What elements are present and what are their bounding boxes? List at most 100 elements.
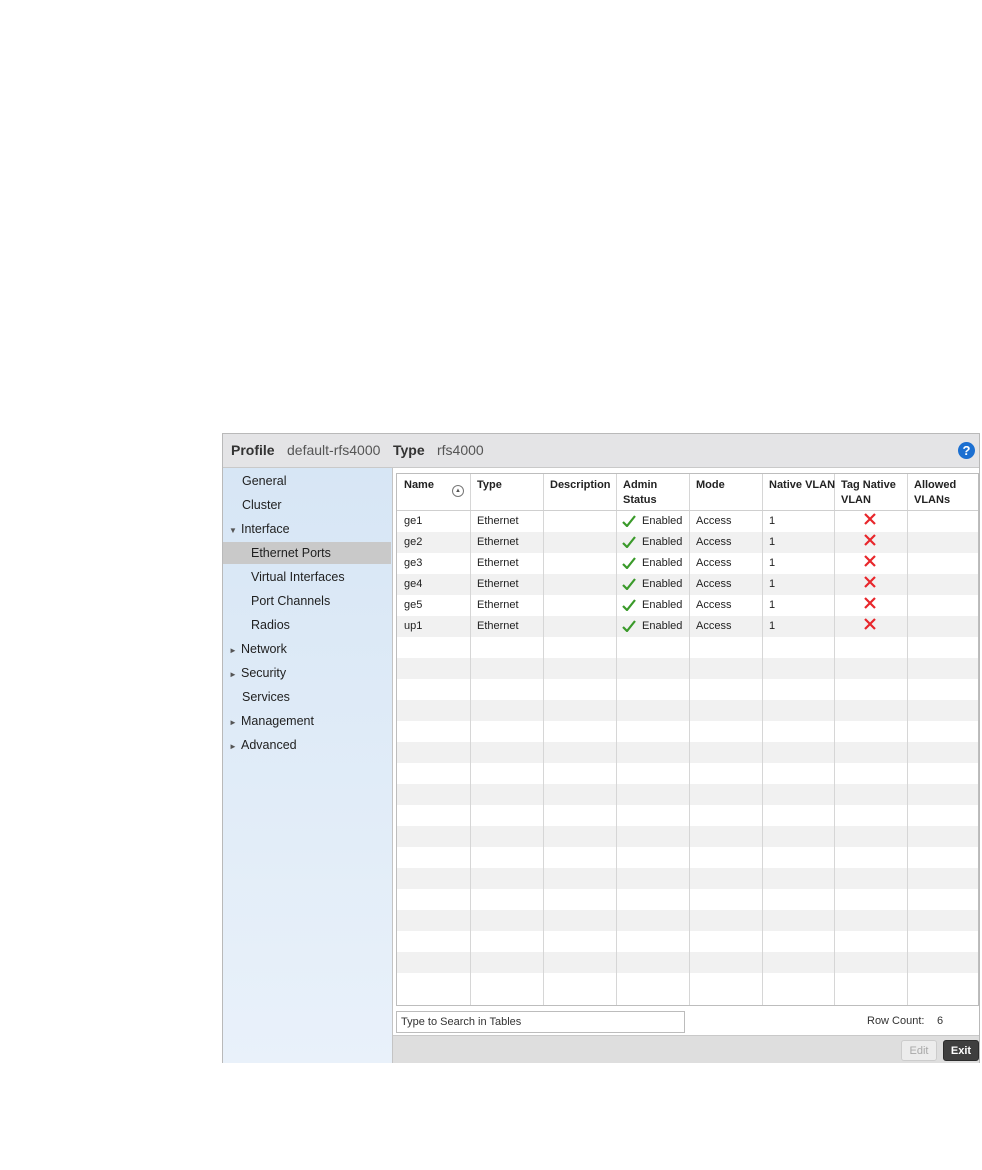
column-header-line: VLAN <box>841 494 871 506</box>
cell-native-vlan: 1 <box>769 599 776 611</box>
column-header-description[interactable]: Description <box>550 478 611 493</box>
sidebar-item-label: Advanced <box>241 738 297 752</box>
cell-mode: Access <box>696 620 732 632</box>
column-header-line: Description <box>550 479 611 491</box>
sidebar-item-virtual-interfaces[interactable]: Virtual Interfaces <box>223 566 391 588</box>
table-row[interactable]: ge2 Ethernet Enabled Access 1 <box>397 532 978 553</box>
empty-table-row <box>397 805 978 826</box>
sort-ascending-icon[interactable]: ▲ <box>452 485 464 497</box>
search-input[interactable] <box>396 1011 685 1033</box>
column-header-line: Native VLAN <box>769 479 836 491</box>
sidebar-item-ethernet-ports[interactable]: Ethernet Ports <box>223 542 391 564</box>
collapsed-arrow-icon[interactable]: ► <box>229 736 241 758</box>
cell-name: ge1 <box>404 515 423 527</box>
profile-value: default-rfs4000 <box>287 442 381 458</box>
column-divider <box>543 474 544 1005</box>
profile-label: Profile <box>231 442 275 458</box>
check-icon <box>622 578 636 590</box>
sidebar-item-security[interactable]: ► Security <box>223 662 391 684</box>
cell-native-vlan: 1 <box>769 536 776 548</box>
column-header-line: VLANs <box>914 494 951 506</box>
column-header-line: Tag Native <box>841 479 896 491</box>
column-header-admin-status[interactable]: Admin Status <box>623 478 657 508</box>
sidebar-item-interface[interactable]: ▼ Interface <box>223 518 391 540</box>
column-divider <box>689 474 690 1005</box>
check-icon <box>622 557 636 569</box>
sidebar-item-label: Management <box>241 714 314 728</box>
table-row[interactable]: ge1 Ethernet Enabled Access 1 <box>397 511 978 532</box>
cell-mode: Access <box>696 557 732 569</box>
cell-name: ge4 <box>404 578 423 590</box>
column-header-allowed-vlans[interactable]: Allowed VLANs <box>914 478 956 508</box>
check-icon <box>622 515 636 527</box>
cell-type: Ethernet <box>477 599 519 611</box>
empty-table-row <box>397 784 978 805</box>
table-row[interactable]: ge3 Ethernet Enabled Access 1 <box>397 553 978 574</box>
collapsed-arrow-icon[interactable]: ► <box>229 664 241 686</box>
check-icon <box>622 536 636 548</box>
header-divider <box>397 510 978 511</box>
help-icon[interactable]: ? <box>958 442 975 459</box>
column-divider <box>762 474 763 1005</box>
sidebar-item-label: Radios <box>251 618 290 632</box>
cell-type: Ethernet <box>477 536 519 548</box>
column-header-mode[interactable]: Mode <box>696 478 725 493</box>
profile-header: Profile default-rfs4000 Type rfs4000 ? <box>223 434 979 468</box>
sidebar-item-label: Port Channels <box>251 594 331 608</box>
column-header-name[interactable]: Name <box>404 478 434 493</box>
cell-type: Ethernet <box>477 578 519 590</box>
empty-table-row <box>397 637 978 658</box>
collapsed-arrow-icon[interactable]: ► <box>229 712 241 734</box>
cell-admin-status: Enabled <box>642 557 683 569</box>
empty-table-row <box>397 931 978 952</box>
table-row[interactable]: ge4 Ethernet Enabled Access 1 <box>397 574 978 595</box>
cell-admin-status: Enabled <box>642 599 683 611</box>
sidebar-item-advanced[interactable]: ► Advanced <box>223 734 391 756</box>
column-header-tag-native-vlan[interactable]: Tag Native VLAN <box>841 478 896 508</box>
cell-mode: Access <box>696 578 732 590</box>
sidebar-item-services[interactable]: Services <box>223 686 391 708</box>
empty-table-row <box>397 868 978 889</box>
sidebar-item-management[interactable]: ► Management <box>223 710 391 732</box>
empty-table-row <box>397 679 978 700</box>
column-header-line: Type <box>477 479 502 491</box>
cell-native-vlan: 1 <box>769 557 776 569</box>
sidebar-item-port-channels[interactable]: Port Channels <box>223 590 391 612</box>
cell-mode: Access <box>696 515 732 527</box>
exit-button[interactable]: Exit <box>943 1040 979 1061</box>
type-value: rfs4000 <box>437 442 484 458</box>
cell-admin-status: Enabled <box>642 578 683 590</box>
sidebar-item-radios[interactable]: Radios <box>223 614 391 636</box>
cell-native-vlan: 1 <box>769 578 776 590</box>
cell-native-vlan: 1 <box>769 515 776 527</box>
column-header-native-vlan[interactable]: Native VLAN <box>769 478 835 493</box>
sidebar-item-general[interactable]: General <box>223 470 391 492</box>
empty-table-row <box>397 826 978 847</box>
column-header-type[interactable]: Type <box>477 478 502 493</box>
column-header-line: Name <box>404 479 434 491</box>
cell-name: ge5 <box>404 599 423 611</box>
column-header-line: Allowed <box>914 479 957 491</box>
expanded-arrow-icon[interactable]: ▼ <box>229 520 241 542</box>
row-count-value: 6 <box>937 1015 944 1027</box>
column-header-line: Status <box>623 494 657 506</box>
sidebar-item-label: Network <box>241 642 287 656</box>
cell-mode: Access <box>696 536 732 548</box>
cell-mode: Access <box>696 599 732 611</box>
check-icon <box>622 620 636 632</box>
sidebar-item-label: General <box>242 474 287 488</box>
profile-interface-dialog: Profile default-rfs4000 Type rfs4000 ? G… <box>222 433 980 1063</box>
type-label: Type <box>393 442 425 458</box>
cell-name: up1 <box>404 620 423 632</box>
sidebar-item-cluster[interactable]: Cluster <box>223 494 391 516</box>
sidebar-item-network[interactable]: ► Network <box>223 638 391 660</box>
empty-table-row <box>397 973 978 994</box>
table-row[interactable]: up1 Ethernet Enabled Access 1 <box>397 616 978 637</box>
x-icon <box>864 513 876 525</box>
check-icon <box>622 599 636 611</box>
table-row[interactable]: ge5 Ethernet Enabled Access 1 <box>397 595 978 616</box>
collapsed-arrow-icon[interactable]: ► <box>229 640 241 662</box>
sidebar-item-label: Interface <box>241 522 290 536</box>
cell-admin-status: Enabled <box>642 536 683 548</box>
edit-button[interactable]: Edit <box>901 1040 937 1061</box>
